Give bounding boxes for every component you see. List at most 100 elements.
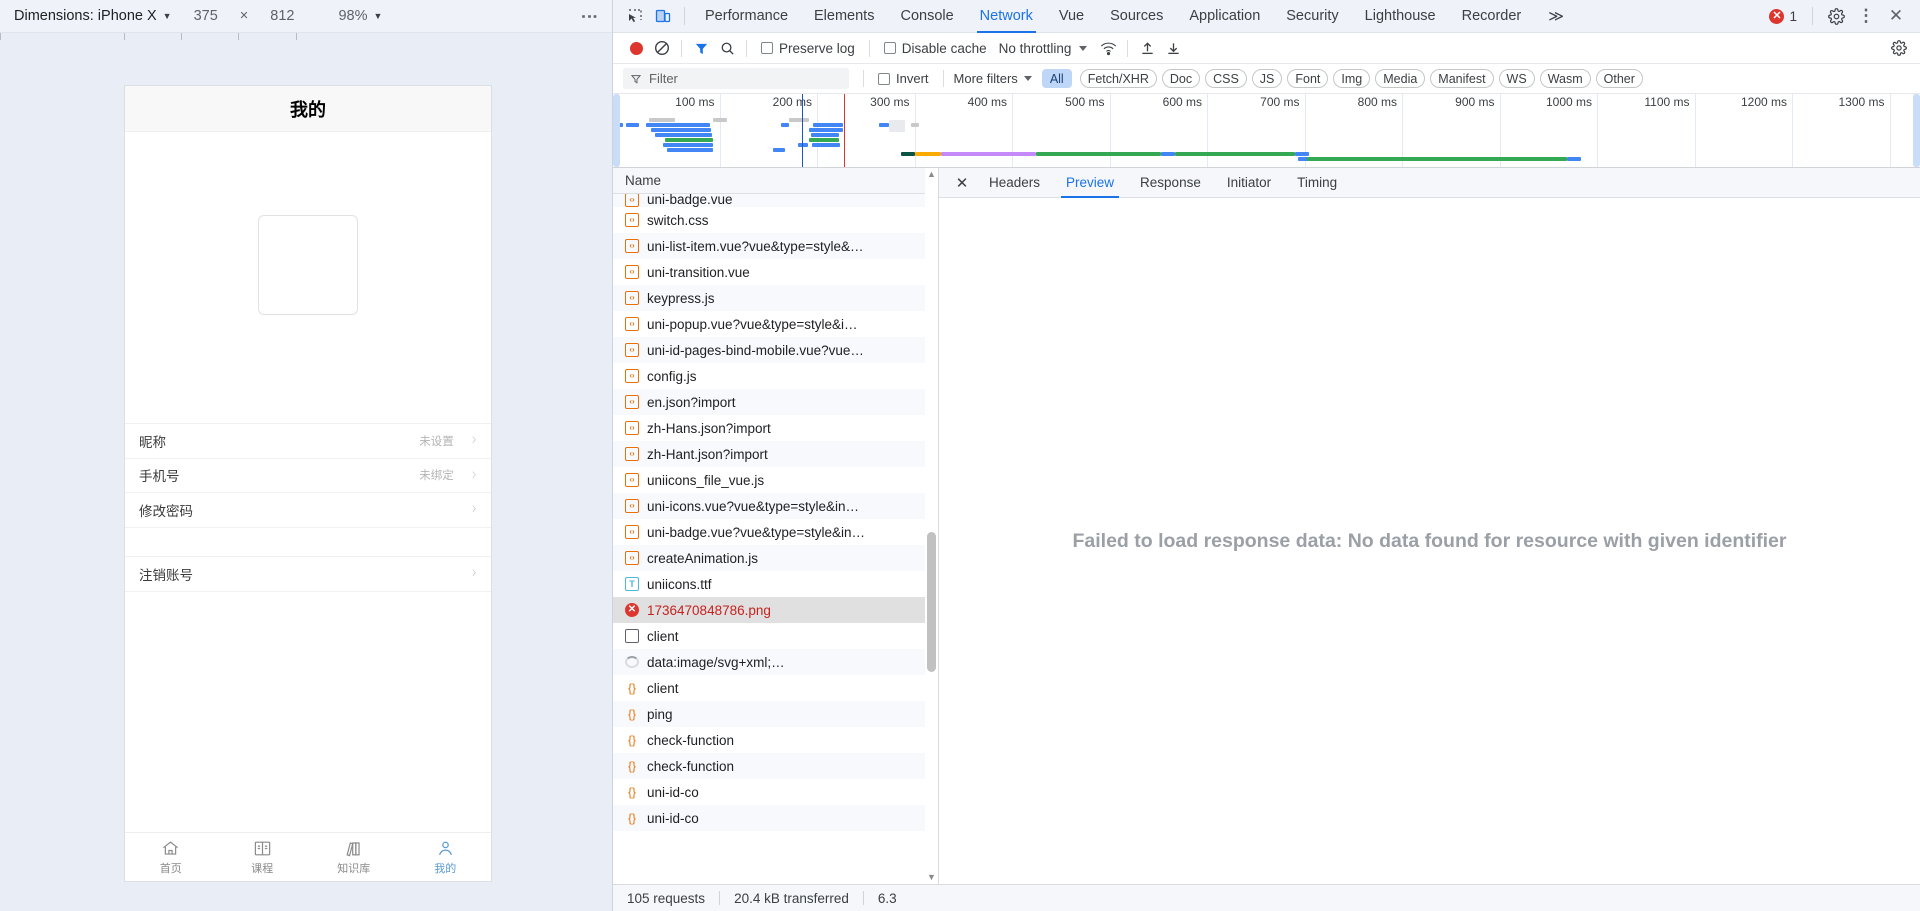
filter-type-ws[interactable]: WS: [1498, 69, 1535, 88]
filter-type-media[interactable]: Media: [1375, 69, 1426, 88]
device-more-options-icon[interactable]: ⋮: [580, 8, 599, 25]
tab-performance[interactable]: Performance: [692, 0, 801, 33]
list-item[interactable]: 手机号 未绑定 ›: [125, 459, 491, 493]
preserve-log-checkbox[interactable]: Preserve log: [753, 41, 863, 56]
filter-type-other[interactable]: Other: [1595, 69, 1643, 88]
filter-type-css[interactable]: CSS: [1205, 69, 1247, 88]
gear-icon[interactable]: [1886, 36, 1912, 60]
request-row[interactable]: ‹› uni-transition.vue: [613, 259, 938, 285]
filter-type-fetch-xhr[interactable]: Fetch/XHR: [1079, 69, 1157, 88]
request-row[interactable]: ‹› keypress.js: [613, 285, 938, 311]
kebab-menu-icon[interactable]: ⋮: [1852, 3, 1880, 29]
more-filters-dropdown[interactable]: More filters: [950, 71, 1042, 86]
list-item[interactable]: 昵称 未设置 ›: [125, 424, 491, 459]
request-row[interactable]: data:image/svg+xml;…: [613, 649, 938, 675]
device-zoom-select[interactable]: 98% ▼: [338, 8, 382, 24]
request-row[interactable]: ‹› uni-badge.vue?vue&type=style&in…: [613, 519, 938, 545]
tab-elements[interactable]: Elements: [801, 0, 887, 33]
network-conditions-icon[interactable]: [1095, 36, 1121, 60]
request-row[interactable]: {} client: [613, 675, 938, 701]
clear-icon[interactable]: [649, 36, 675, 60]
gear-icon[interactable]: [1822, 3, 1850, 29]
tabbar-item-library[interactable]: 知识库: [308, 839, 400, 876]
request-row[interactable]: ‹› uni-badge.vue: [613, 194, 938, 207]
request-row[interactable]: ‹› createAnimation.js: [613, 545, 938, 571]
request-row[interactable]: {} check-function: [613, 753, 938, 779]
request-row[interactable]: ✕ 1736470848786.png: [613, 597, 938, 623]
close-icon[interactable]: ✕: [949, 171, 975, 195]
tab-lighthouse[interactable]: Lighthouse: [1352, 0, 1449, 33]
tabbar-item-mine[interactable]: 我的: [400, 839, 492, 876]
filter-type-img[interactable]: Img: [1333, 69, 1371, 88]
throttling-select[interactable]: No throttling: [995, 41, 1088, 56]
request-list-scrollbar[interactable]: ▲ ▼: [925, 168, 938, 884]
filter-type-js[interactable]: JS: [1251, 69, 1283, 88]
tab-recorder[interactable]: Recorder: [1449, 0, 1535, 33]
scroll-down-arrow[interactable]: ▼: [927, 873, 936, 882]
tab-sources[interactable]: Sources: [1097, 0, 1176, 33]
request-row[interactable]: ‹› en.json?import: [613, 389, 938, 415]
tab-initiator[interactable]: Initiator: [1215, 168, 1283, 198]
request-row[interactable]: ‹› zh-Hant.json?import: [613, 441, 938, 467]
filter-type-font[interactable]: Font: [1287, 69, 1329, 88]
tab-application[interactable]: Application: [1176, 0, 1273, 33]
tab-network[interactable]: Network: [967, 0, 1046, 33]
tab-console[interactable]: Console: [887, 0, 966, 33]
close-icon[interactable]: ✕: [1882, 3, 1910, 29]
scroll-up-arrow[interactable]: ▲: [927, 170, 936, 179]
tab-vue[interactable]: Vue: [1046, 0, 1097, 33]
request-row[interactable]: {} check-function: [613, 727, 938, 753]
timeline-left-handle[interactable]: [613, 94, 620, 167]
book-icon: [253, 839, 272, 858]
request-row[interactable]: ‹› uni-list-item.vue?vue&type=style&…: [613, 233, 938, 259]
export-har-icon[interactable]: [1160, 36, 1186, 60]
list-item[interactable]: 修改密码 ›: [125, 493, 491, 528]
import-har-icon[interactable]: [1134, 36, 1160, 60]
filter-type-wasm[interactable]: Wasm: [1539, 69, 1591, 88]
device-width-input[interactable]: 375: [194, 8, 218, 24]
search-icon[interactable]: [714, 36, 740, 60]
request-row[interactable]: {} ping: [613, 701, 938, 727]
record-stop-icon[interactable]: [623, 36, 649, 60]
tab-timing[interactable]: Timing: [1285, 168, 1349, 198]
scrollbar-thumb[interactable]: [927, 532, 936, 672]
error-badge[interactable]: ✕ 1: [1769, 8, 1797, 24]
list-item[interactable]: 注销账号 ›: [125, 557, 491, 592]
request-list[interactable]: ‹› uni-badge.vue ‹› switch.css ‹› uni-list-it…: [613, 194, 938, 884]
json-icon: {}: [627, 733, 636, 747]
request-row[interactable]: ‹› switch.css: [613, 207, 938, 233]
device-dimensions-select[interactable]: Dimensions: iPhone X ▼: [14, 8, 172, 24]
request-row[interactable]: client: [613, 623, 938, 649]
inspect-element-icon[interactable]: [621, 3, 649, 29]
filter-type-doc[interactable]: Doc: [1161, 69, 1201, 88]
funnel-icon[interactable]: [688, 36, 714, 60]
request-row[interactable]: {} uni-id-co: [613, 779, 938, 805]
timeline-right-handle[interactable]: [1913, 94, 1920, 167]
tab-preview[interactable]: Preview: [1054, 168, 1126, 198]
request-row[interactable]: ‹› uniicons_file_vue.js: [613, 467, 938, 493]
disable-cache-checkbox[interactable]: Disable cache: [876, 41, 995, 56]
tabbar-item-course[interactable]: 课程: [217, 839, 309, 876]
device-height-input[interactable]: 812: [270, 8, 294, 24]
request-row[interactable]: ‹› config.js: [613, 363, 938, 389]
tab-headers[interactable]: Headers: [977, 168, 1052, 198]
device-toolbar-icon[interactable]: [649, 3, 677, 29]
filter-type-all[interactable]: All: [1041, 69, 1072, 88]
request-row[interactable]: ‹› uni-icons.vue?vue&type=style&in…: [613, 493, 938, 519]
tab-security[interactable]: Security: [1273, 0, 1351, 33]
tab-response[interactable]: Response: [1128, 168, 1213, 198]
request-row[interactable]: ‹› zh-Hans.json?import: [613, 415, 938, 441]
request-row[interactable]: {} uni-id-co: [613, 805, 938, 831]
filter-type-manifest[interactable]: Manifest: [1430, 69, 1494, 88]
network-overview-timeline[interactable]: 100 ms 200 ms 300 ms 400 ms 500 ms 600 ms 700 …: [613, 94, 1920, 168]
request-row[interactable]: ‹› uni-id-pages-bind-mobile.vue?vue…: [613, 337, 938, 363]
request-row[interactable]: Tuniicons.ttf: [613, 571, 938, 597]
more-tabs-icon[interactable]: ≫: [1534, 7, 1576, 25]
invert-checkbox[interactable]: Invert: [870, 71, 937, 86]
tab-label: Response: [1140, 175, 1201, 190]
filter-input[interactable]: Filter: [623, 68, 849, 89]
request-row[interactable]: ‹› uni-popup.vue?vue&type=style&i…: [613, 311, 938, 337]
page-title: 我的: [125, 86, 491, 132]
tabbar-item-home[interactable]: 首页: [125, 839, 217, 876]
avatar[interactable]: [258, 215, 358, 315]
